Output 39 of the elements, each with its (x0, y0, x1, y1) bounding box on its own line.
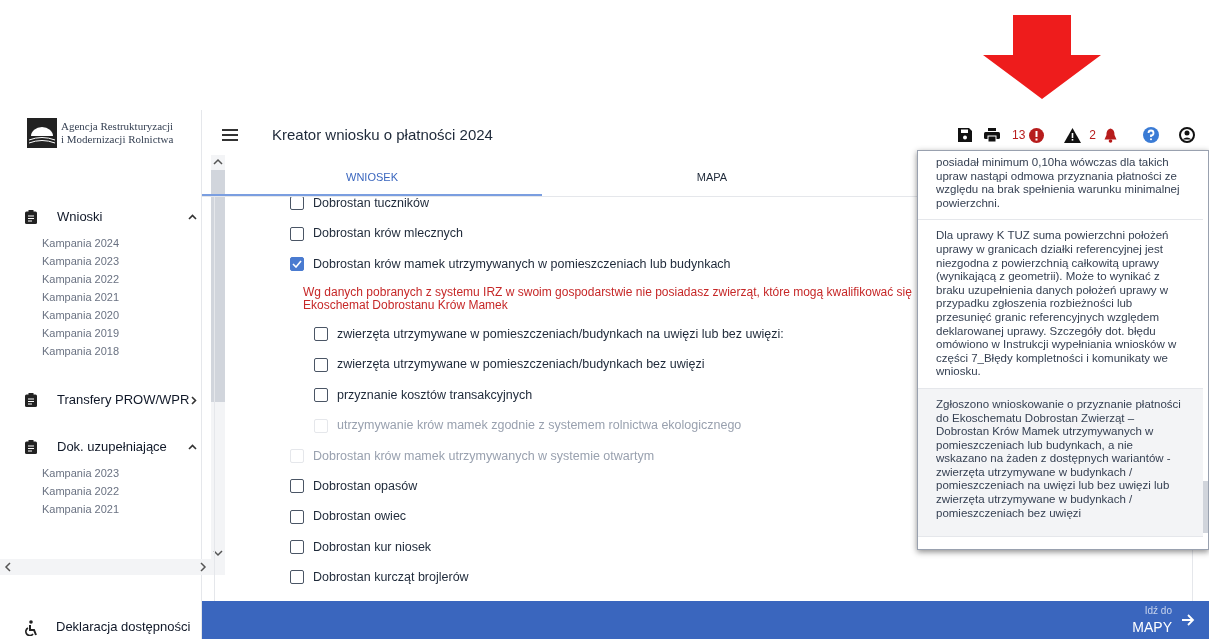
error-count: 13 (1011, 127, 1026, 144)
sidebar-item[interactable]: Dok. uzupełniające (57, 437, 167, 457)
checkbox-label: Dobrostan krów mamek utrzymywanych w systemie otwartym (313, 447, 655, 465)
sidebar-subitem[interactable]: Kampania 2019 (42, 324, 212, 342)
sidebar-item[interactable]: Transfery PROW/WPR (57, 390, 190, 410)
page-title: Kreator wniosku o płatności 2024 (272, 124, 493, 145)
checkbox-label: zwierzęta utrzymywane w pomieszczeniach/budynkach bez uwięzi (337, 356, 705, 374)
sidebar-item[interactable]: Wnioski (57, 207, 103, 227)
checkbox-label: Dobrostan kur niosek (313, 538, 432, 556)
warning-count: 2 (1089, 127, 1096, 144)
checkbox-label: Dobrostan krów mlecznych (313, 225, 464, 243)
message-item[interactable]: Zgłoszono wnioskowanie o przyznanie płatności do Ekoschematu Dobrostan Zwierząt – Dobrostan Krów Mamek utrzymywanych w pomieszczeniach lub budynkach, a nie wskazano na żaden z dostępnych wariantów - zwierzęta utrzymywane w budynkach / pomieszczeniach na uwięzi lub bez uwięzi lub zwierzęta utrzymywane w budynkach / pomieszczeniach bez uwięzi (918, 388, 1203, 538)
sidebar-subitem[interactable]: Kampania 2022 (42, 482, 212, 500)
sidebar-subitem[interactable]: Kampania 2023 (42, 252, 212, 270)
warning-text: Wg danych pobranych z systemu IRZ w swoim gospodarstwie nie posiadasz zwierząt, które mogą kwalifikować się (303, 286, 912, 300)
checkbox-label: Dobrostan krów mamek utrzymywanych w pomieszczeniach lub budynkach (313, 255, 731, 273)
checkbox-label: utrzymywanie krów mamek zgodnie z systemem rolnictwa ekologicznego (337, 417, 742, 435)
checkbox-label: Dobrostan opasów (313, 477, 418, 495)
checkbox-label: przyznanie kosztów transakcyjnych (337, 386, 533, 404)
accessibility-link[interactable]: Deklaracja dostępności (56, 616, 191, 636)
message-item[interactable]: Dla uprawy K TUZ suma powierzchni położeń uprawy w granicach działki referencyjnej jest niezgodna z powierzchnią całkowitą uprawy (wynikającą z geometrii). Może to wynikać z braku uzupełnienia danych położeń uprawy w przypadku zgłoszenia rozbieżności lub przesunięć granic referencyjnych względem deklarowanej uprawy. Szczegóły dot. błędu omówiono w Instrukcji wypełniania wniosków w części 7_Błędy kompletności i komunikaty we wniosku. (918, 220, 1203, 389)
logo-text: Agencja Restrukturyzacji (61, 119, 174, 133)
checkbox-label: Dobrostan tuczników (313, 197, 430, 212)
sidebar-subitem[interactable]: Kampania 2021 (42, 288, 212, 306)
warning-text: Ekoschemat Dobrostanu Krów Mamek (303, 299, 508, 313)
go-to-map-button[interactable]: Idź do MAPY (1132, 606, 1195, 634)
sidebar-subitem[interactable]: Kampania 2018 (42, 342, 212, 360)
logo-text: i Modernizacji Rolnictwa (61, 132, 174, 146)
checkbox-label: Dobrostan kurcząt brojlerów (313, 569, 469, 587)
sidebar-subitem[interactable]: Kampania 2020 (42, 306, 212, 324)
checkbox-label: Dobrostan owiec (313, 508, 407, 526)
sidebar-subitem[interactable]: Kampania 2021 (42, 500, 212, 518)
tab[interactable]: MAPA (542, 160, 882, 196)
message-item[interactable]: posiadał minimum 0,10ha wówczas dla takich upraw nastąpi odmowa przyznania płatności ze względu na brak spełnienia warunku minimalnej powierzchni. (918, 151, 1203, 221)
tab[interactable]: WNIOSEK (202, 160, 542, 196)
sidebar-subitem[interactable]: Kampania 2023 (42, 464, 212, 482)
sidebar-subitem[interactable]: Kampania 2024 (42, 234, 212, 252)
sidebar-subitem[interactable]: Kampania 2022 (42, 270, 212, 288)
checkbox-label: zwierzęta utrzymywane w pomieszczeniach/budynkach na uwięzi lub bez uwięzi: (337, 326, 784, 343)
